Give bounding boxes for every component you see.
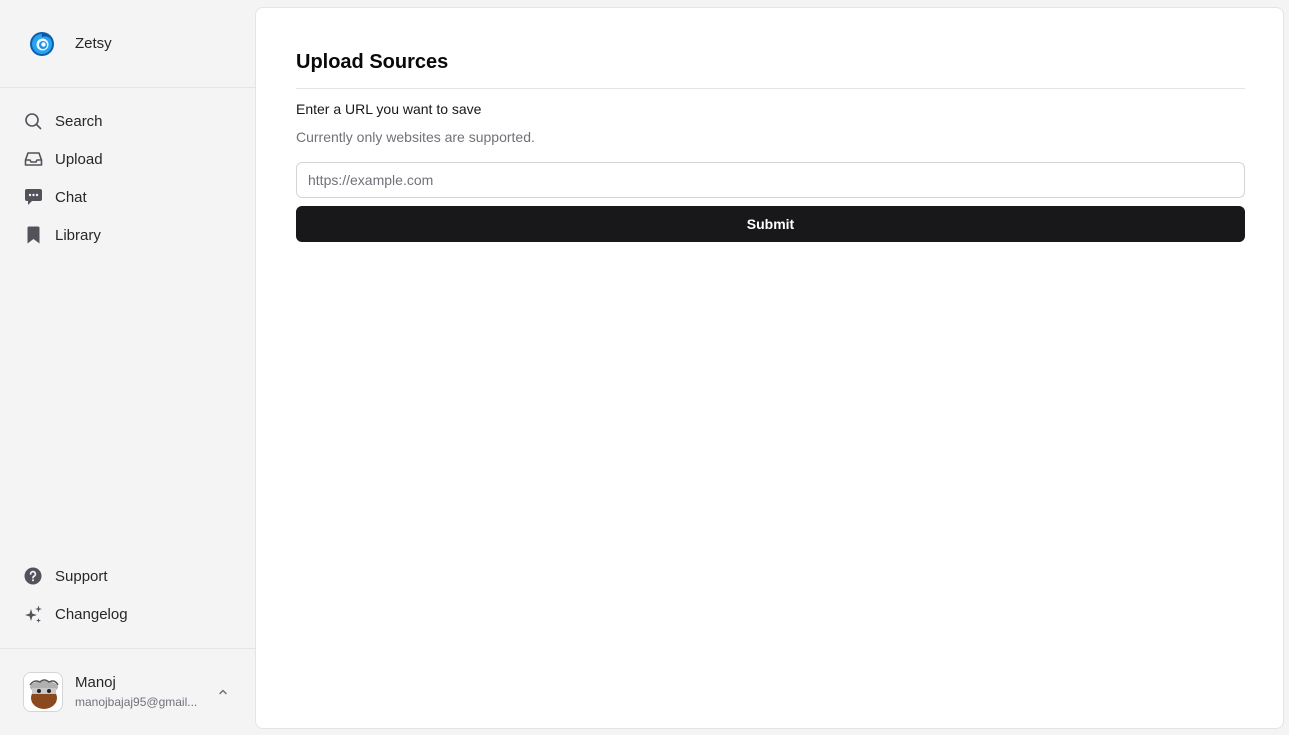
brand[interactable]: Zetsy (0, 0, 255, 88)
nav-item-label: Changelog (55, 605, 128, 623)
zetsy-logo-icon (30, 31, 54, 56)
title-divider (296, 88, 1245, 89)
nav-item-library[interactable]: Library (0, 216, 255, 254)
nav-item-label: Support (55, 567, 108, 585)
submit-button[interactable]: Submit (296, 206, 1245, 242)
url-field-help: Currently only websites are supported. (296, 129, 535, 145)
app-name: Zetsy (75, 35, 112, 52)
url-input[interactable] (296, 162, 1245, 198)
bookmark-icon (23, 225, 43, 245)
main-nav: Search Upload Chat Library (0, 88, 255, 254)
nav-item-chat[interactable]: Chat (0, 178, 255, 216)
secondary-nav: Support Changelog (0, 557, 255, 633)
chevron-up-icon[interactable] (216, 685, 230, 699)
user-email: manojbajaj95@gmail... (75, 695, 198, 709)
inbox-icon (23, 149, 43, 169)
nav-item-support[interactable]: Support (0, 557, 255, 595)
user-info: Manoj manojbajaj95@gmail... (75, 673, 205, 711)
nav-item-label: Upload (55, 150, 103, 168)
nav-item-changelog[interactable]: Changelog (0, 595, 255, 633)
user-menu[interactable]: Manoj manojbajaj95@gmail... (0, 648, 255, 735)
page-title: Upload Sources (296, 51, 449, 73)
chat-bubble-icon (23, 187, 43, 207)
url-field-label: Enter a URL you want to save (296, 101, 482, 117)
nav-item-label: Library (55, 226, 101, 244)
nav-item-label: Chat (55, 188, 87, 206)
user-name: Manoj (75, 674, 116, 691)
search-icon (23, 111, 43, 131)
avatar (23, 672, 63, 712)
sidebar: Zetsy Search Upload Chat Library Support… (0, 0, 255, 735)
help-circle-icon (23, 566, 43, 586)
sparkles-icon (23, 604, 43, 624)
main-panel: Upload Sources Enter a URL you want to s… (255, 7, 1284, 729)
nav-item-search[interactable]: Search (0, 102, 255, 140)
nav-item-upload[interactable]: Upload (0, 140, 255, 178)
nav-item-label: Search (55, 112, 103, 130)
